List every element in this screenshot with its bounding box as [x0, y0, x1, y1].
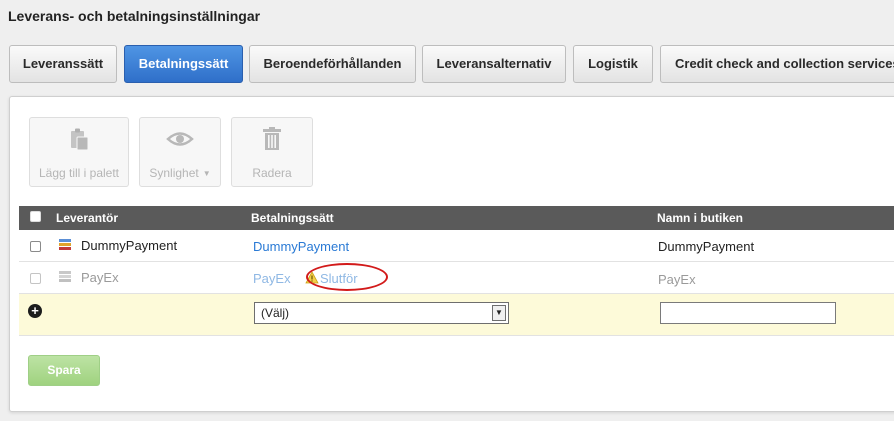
select-value: (Välj) [261, 306, 290, 320]
table-row: PayEx PayEx Slutför PayEx [19, 262, 894, 294]
trash-icon [232, 126, 312, 152]
store-name-input[interactable] [660, 302, 836, 324]
store-name: PayEx [658, 272, 696, 287]
dropdown-arrow-icon: ▼ [492, 305, 506, 321]
visibility-button[interactable]: Synlighet ▼ [139, 117, 221, 187]
payment-method-link[interactable]: DummyPayment [253, 239, 349, 254]
highlight-annotation [306, 263, 388, 291]
add-to-palette-button[interactable]: Lägg till i palett [29, 117, 129, 187]
provider-name: DummyPayment [81, 238, 178, 253]
delete-label: Radera [252, 166, 292, 180]
page-title: Leverans- och betalningsinställningar [8, 8, 261, 24]
column-header-payment-method: Betalningssätt [251, 211, 334, 225]
select-all-checkbox[interactable] [30, 211, 41, 222]
payment-method-link[interactable]: PayEx [253, 271, 291, 286]
new-row: + (Välj) ▼ [19, 294, 894, 336]
provider-name: PayEx [81, 270, 119, 285]
tab-betalningssatt[interactable]: Betalningssätt [124, 45, 243, 83]
visibility-label: Synlighet ▼ [149, 166, 211, 180]
provider-icon [59, 271, 73, 287]
eye-icon [140, 126, 220, 152]
tab-leveranssatt[interactable]: Leveranssätt [9, 45, 117, 83]
row-checkbox[interactable] [30, 241, 41, 252]
add-to-palette-label: Lägg till i palett [38, 166, 120, 180]
caret-down-icon: ▼ [202, 169, 211, 178]
column-header-store-name: Namn i butiken [657, 211, 744, 225]
grid-header: Leverantör Betalningssätt Namn i butiken [19, 206, 894, 230]
clipboard-add-icon [30, 126, 128, 152]
provider-icon [59, 239, 73, 255]
tab-logistik[interactable]: Logistik [573, 45, 653, 83]
row-checkbox[interactable] [30, 273, 41, 284]
column-header-provider: Leverantör [56, 211, 119, 225]
tab-beroendeforhallanden[interactable]: Beroendeförhållanden [249, 45, 416, 83]
tab-leveransalternativ[interactable]: Leveransalternativ [422, 45, 566, 83]
table-row: DummyPayment DummyPayment DummyPayment [19, 230, 894, 262]
delete-button[interactable]: Radera [231, 117, 313, 187]
save-button[interactable]: Spara [28, 355, 100, 386]
add-icon[interactable]: + [28, 304, 42, 318]
tab-credit-check[interactable]: Credit check and collection services [660, 45, 894, 83]
payment-method-select[interactable]: (Välj) ▼ [254, 302, 509, 324]
store-name: DummyPayment [658, 239, 755, 254]
